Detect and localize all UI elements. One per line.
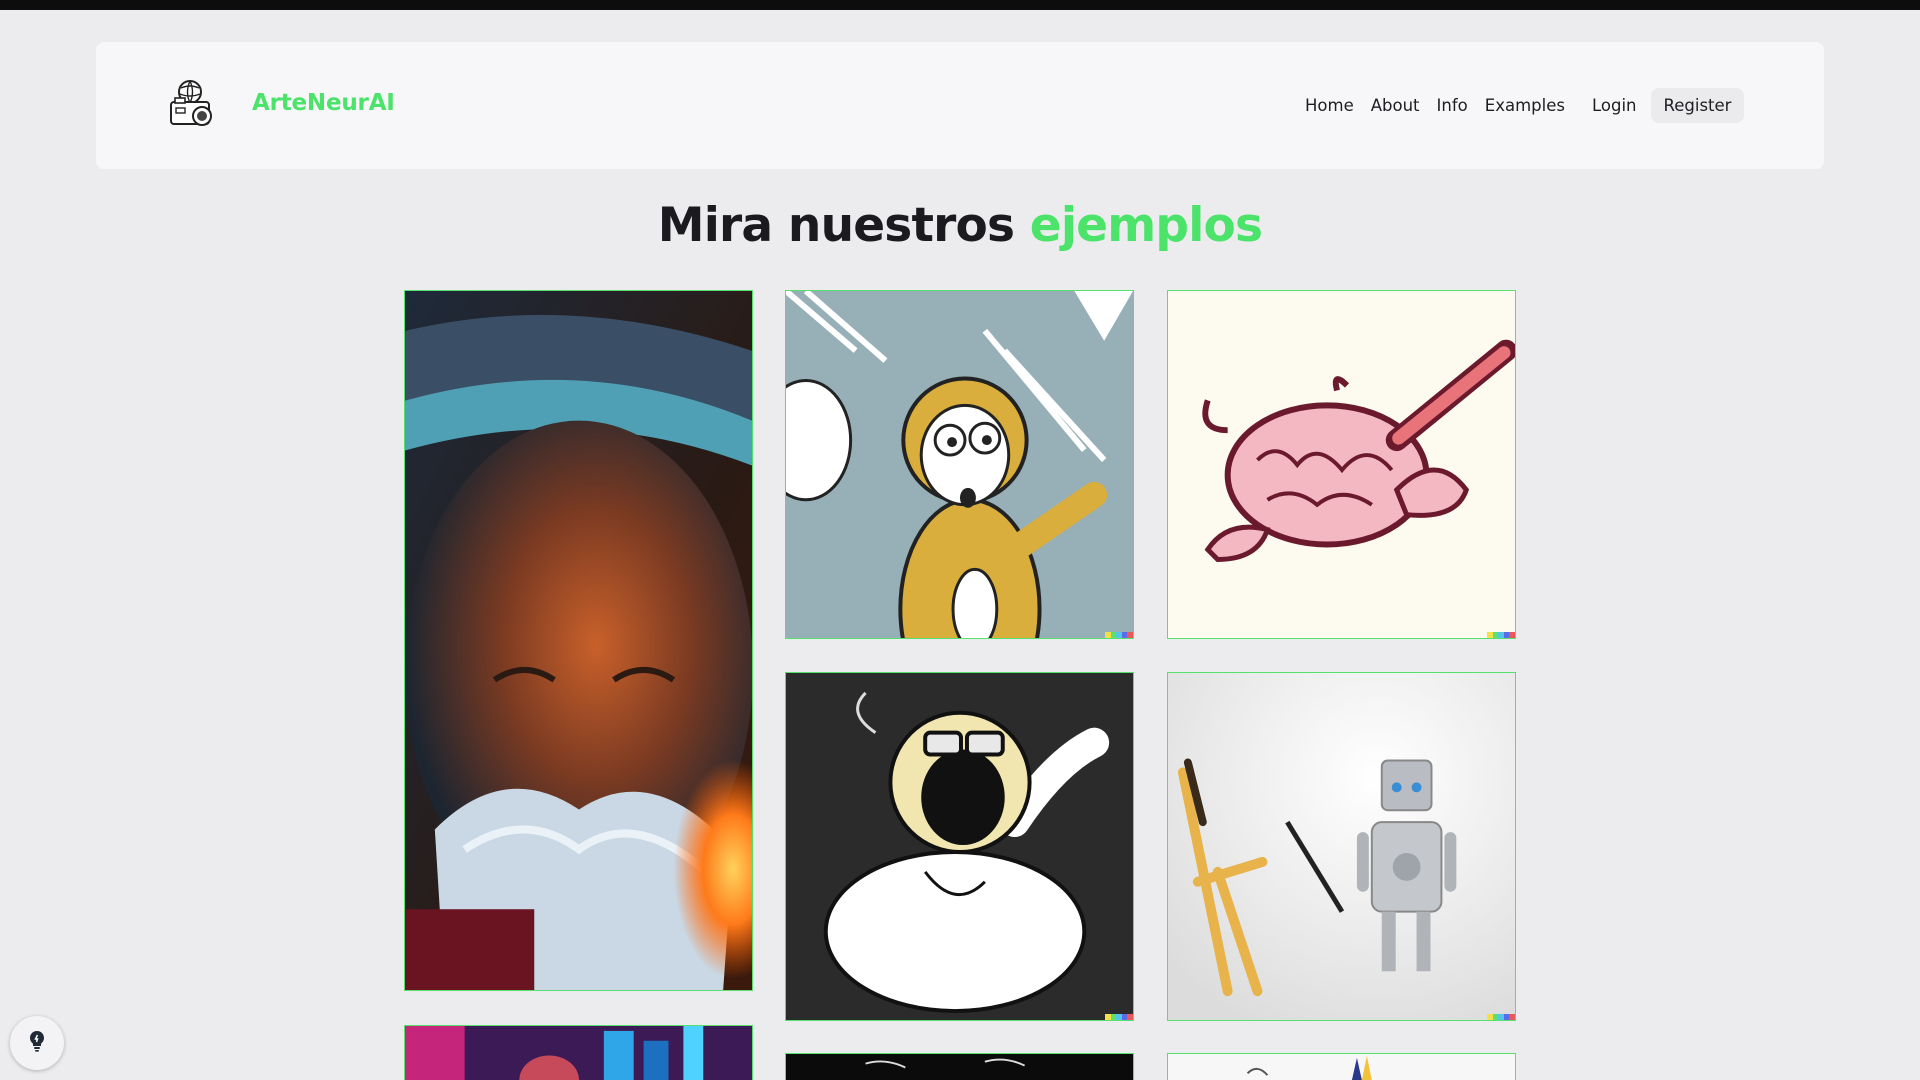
gallery-image-white-ape[interactable] [785,672,1134,1021]
navbar: ArteNeurAI Home About Info Examples Logi… [96,42,1824,169]
camera-globe-icon[interactable] [166,76,220,130]
gallery-image-old-man-portrait[interactable] [404,290,753,991]
login-link[interactable]: Login [1592,96,1637,115]
gallery-image-neon-city[interactable] [404,1025,753,1080]
gallery-image-brain-pencil[interactable] [1167,290,1516,639]
brand-name[interactable]: ArteNeurAI [252,90,395,116]
title-accent: ejemplos [1029,198,1263,253]
hint-button[interactable] [10,1016,64,1070]
nav-info[interactable]: Info [1437,96,1468,115]
gallery-image-dark-sketch[interactable] [785,1053,1134,1080]
gallery-image-cartoon-monkey[interactable] [785,290,1134,639]
page-title: Mira nuestros ejemplos [0,198,1920,253]
nav-about[interactable]: About [1371,96,1420,115]
nav-links: Home About Info Examples [1305,96,1582,115]
nav-examples[interactable]: Examples [1485,96,1565,115]
top-edge-bar [0,0,1920,10]
gallery-image-colorful[interactable] [1167,1053,1516,1080]
nav-home[interactable]: Home [1305,96,1354,115]
lightbulb-icon [25,1029,49,1057]
register-button[interactable]: Register [1651,88,1744,123]
gallery-image-robot-painter[interactable] [1167,672,1516,1021]
title-part-1: Mira nuestros [657,198,1015,253]
